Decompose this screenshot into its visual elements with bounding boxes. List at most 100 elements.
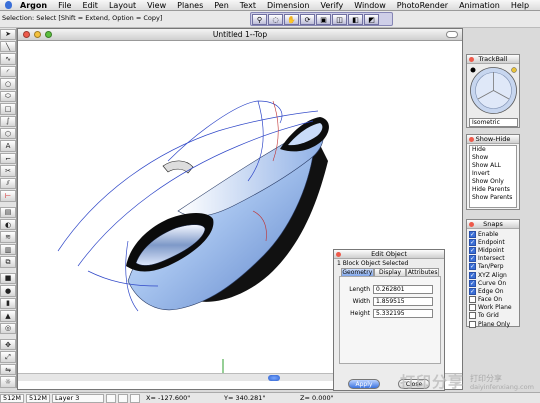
length-field[interactable]: 0.262801 — [373, 285, 433, 294]
snap-toggle-icon[interactable] — [118, 393, 129, 403]
cone-tool-icon[interactable]: ▲ — [0, 310, 16, 322]
snap-option-row[interactable]: To Grid — [469, 312, 519, 320]
text-tool-icon[interactable]: A — [0, 140, 16, 152]
menu-animation[interactable]: Animation — [459, 1, 500, 10]
polygon-tool-icon[interactable]: ⬡ — [0, 128, 16, 140]
cylinder-tool-icon[interactable]: ▮ — [0, 297, 16, 310]
snap-option-row[interactable]: ✓ Curve On — [469, 279, 519, 287]
pan-hand-icon[interactable]: ✋ — [284, 14, 299, 25]
show-hide-item-show-all[interactable]: Show ALL — [472, 162, 516, 170]
menu-window[interactable]: Window — [354, 1, 386, 10]
cube-iso-icon[interactable]: ◩ — [364, 14, 379, 25]
spline-tool-icon[interactable]: ∫ — [0, 115, 16, 127]
circle-tool-icon[interactable]: ○ — [0, 78, 16, 90]
snap-option-row[interactable]: ✓ Endpoint — [469, 238, 519, 246]
width-field[interactable]: 1.859515 — [373, 297, 433, 306]
snap-checkbox[interactable]: ✓ — [469, 255, 476, 263]
snap-option-row[interactable]: ✓ Midpoint — [469, 246, 519, 254]
rotate-view-icon[interactable]: ⟳ — [300, 14, 315, 25]
zoom-out-icon[interactable]: ◌ — [268, 14, 283, 25]
menu-pen[interactable]: Pen — [214, 1, 229, 10]
zoom-icon[interactable]: ⚲ — [252, 14, 267, 25]
grid-toggle-icon[interactable] — [106, 393, 117, 403]
loft-tool-icon[interactable]: ▥ — [0, 243, 16, 256]
snap-option-row[interactable]: ✓ XYZ Align — [469, 271, 519, 279]
close-window-icon[interactable] — [23, 31, 30, 38]
offset-tool-icon[interactable]: ⫽ — [0, 177, 16, 190]
arrow-select-icon[interactable]: ➤ — [0, 28, 16, 40]
snap-checkbox[interactable] — [469, 304, 476, 312]
line-tool-icon[interactable]: ╲ — [0, 40, 16, 53]
trackball-dial[interactable] — [469, 66, 518, 115]
snap-checkbox[interactable]: ✓ — [469, 287, 476, 295]
sphere-tool-icon[interactable]: ● — [0, 285, 16, 297]
snap-checkbox[interactable]: ✓ — [469, 238, 476, 246]
render-tool-icon[interactable]: ☼ — [0, 376, 16, 388]
extrude-tool-icon[interactable]: ▤ — [0, 206, 16, 219]
ellipse-tool-icon[interactable]: ⬭ — [0, 90, 16, 103]
close-palette-icon[interactable] — [469, 137, 474, 142]
skin-tool-icon[interactable]: ⧉ — [0, 256, 16, 268]
curve-tool-icon[interactable]: ∿ — [0, 53, 16, 65]
menu-photorender[interactable]: PhotoRender — [397, 1, 448, 10]
snap-option-row[interactable]: Work Plane — [469, 304, 519, 312]
snap-checkbox[interactable]: ✓ — [469, 271, 476, 279]
menu-dimension[interactable]: Dimension — [267, 1, 310, 10]
menu-edit[interactable]: Edit — [82, 1, 98, 10]
fillet-tool-icon[interactable]: ⌐ — [0, 152, 16, 165]
menu-text[interactable]: Text — [240, 1, 256, 10]
zoom-window-icon[interactable] — [45, 31, 52, 38]
show-hide-item-show-parents[interactable]: Show Parents — [472, 194, 516, 202]
snap-option-row[interactable]: ✓ Tan/Perp — [469, 263, 519, 271]
trim-tool-icon[interactable]: ✂ — [0, 165, 16, 177]
snap-option-row[interactable]: ✓ Intersect — [469, 255, 519, 263]
snap-checkbox[interactable]: ✓ — [469, 279, 476, 287]
layer-select[interactable]: Layer 3 — [52, 393, 105, 403]
scroll-thumb[interactable] — [268, 375, 280, 381]
cube-side-icon[interactable]: ◧ — [348, 14, 363, 25]
view-select[interactable]: Isometric — [469, 118, 518, 127]
show-hide-item-show-only[interactable]: Show Only — [472, 178, 516, 186]
move-tool-icon[interactable]: ✥ — [0, 338, 16, 351]
snap-checkbox[interactable] — [469, 312, 476, 320]
menu-view[interactable]: View — [147, 1, 166, 10]
ortho-toggle-icon[interactable] — [130, 393, 141, 403]
snap-option-row[interactable]: ✓ Enable — [469, 230, 519, 238]
show-hide-item-invert[interactable]: Invert — [472, 170, 516, 178]
rectangle-tool-icon[interactable]: □ — [0, 103, 16, 115]
menu-planes[interactable]: Planes — [177, 1, 203, 10]
apple-menu-icon[interactable] — [5, 0, 12, 10]
close-palette-icon[interactable] — [469, 222, 474, 227]
cube-top-icon[interactable]: ◫ — [332, 14, 347, 25]
minimize-window-icon[interactable] — [34, 31, 41, 38]
height-field[interactable]: 5.332195 — [373, 309, 433, 318]
close-dialog-icon[interactable] — [336, 252, 341, 257]
toolbar-toggle-icon[interactable] — [446, 31, 458, 38]
cube-front-icon[interactable]: ▣ — [316, 14, 331, 25]
snap-checkbox[interactable]: ✓ — [469, 263, 476, 271]
snap-checkbox[interactable]: ✓ — [469, 230, 476, 238]
close-palette-icon[interactable] — [469, 57, 474, 62]
snap-option-row[interactable]: Plane Only — [469, 320, 519, 328]
snap-checkbox[interactable] — [469, 320, 476, 328]
menu-layout[interactable]: Layout — [109, 1, 136, 10]
torus-tool-icon[interactable]: ◎ — [0, 322, 16, 334]
snap-checkbox[interactable]: ✓ — [469, 246, 476, 254]
scale-tool-icon[interactable]: ⤢ — [0, 351, 16, 363]
sweep-tool-icon[interactable]: ≋ — [0, 231, 16, 243]
show-hide-item-show[interactable]: Show — [472, 154, 516, 162]
apply-button[interactable]: Apply — [348, 379, 380, 389]
snap-checkbox[interactable] — [469, 296, 476, 304]
menu-verify[interactable]: Verify — [321, 1, 344, 10]
snap-option-row[interactable]: Face On — [469, 296, 519, 304]
menu-app-name[interactable]: Argon — [20, 1, 47, 10]
show-hide-item-hide[interactable]: Hide — [472, 146, 516, 154]
menu-file[interactable]: File — [58, 1, 71, 10]
show-hide-item-hide-parents[interactable]: Hide Parents — [472, 186, 516, 194]
block-tool-icon[interactable]: ■ — [0, 272, 16, 285]
axis-tool-icon[interactable]: ⊢ — [0, 190, 16, 202]
arc-tool-icon[interactable]: ◜ — [0, 65, 16, 78]
menu-help[interactable]: Help — [511, 1, 529, 10]
revolve-tool-icon[interactable]: ◐ — [0, 219, 16, 231]
mirror-tool-icon[interactable]: ⇋ — [0, 363, 16, 376]
